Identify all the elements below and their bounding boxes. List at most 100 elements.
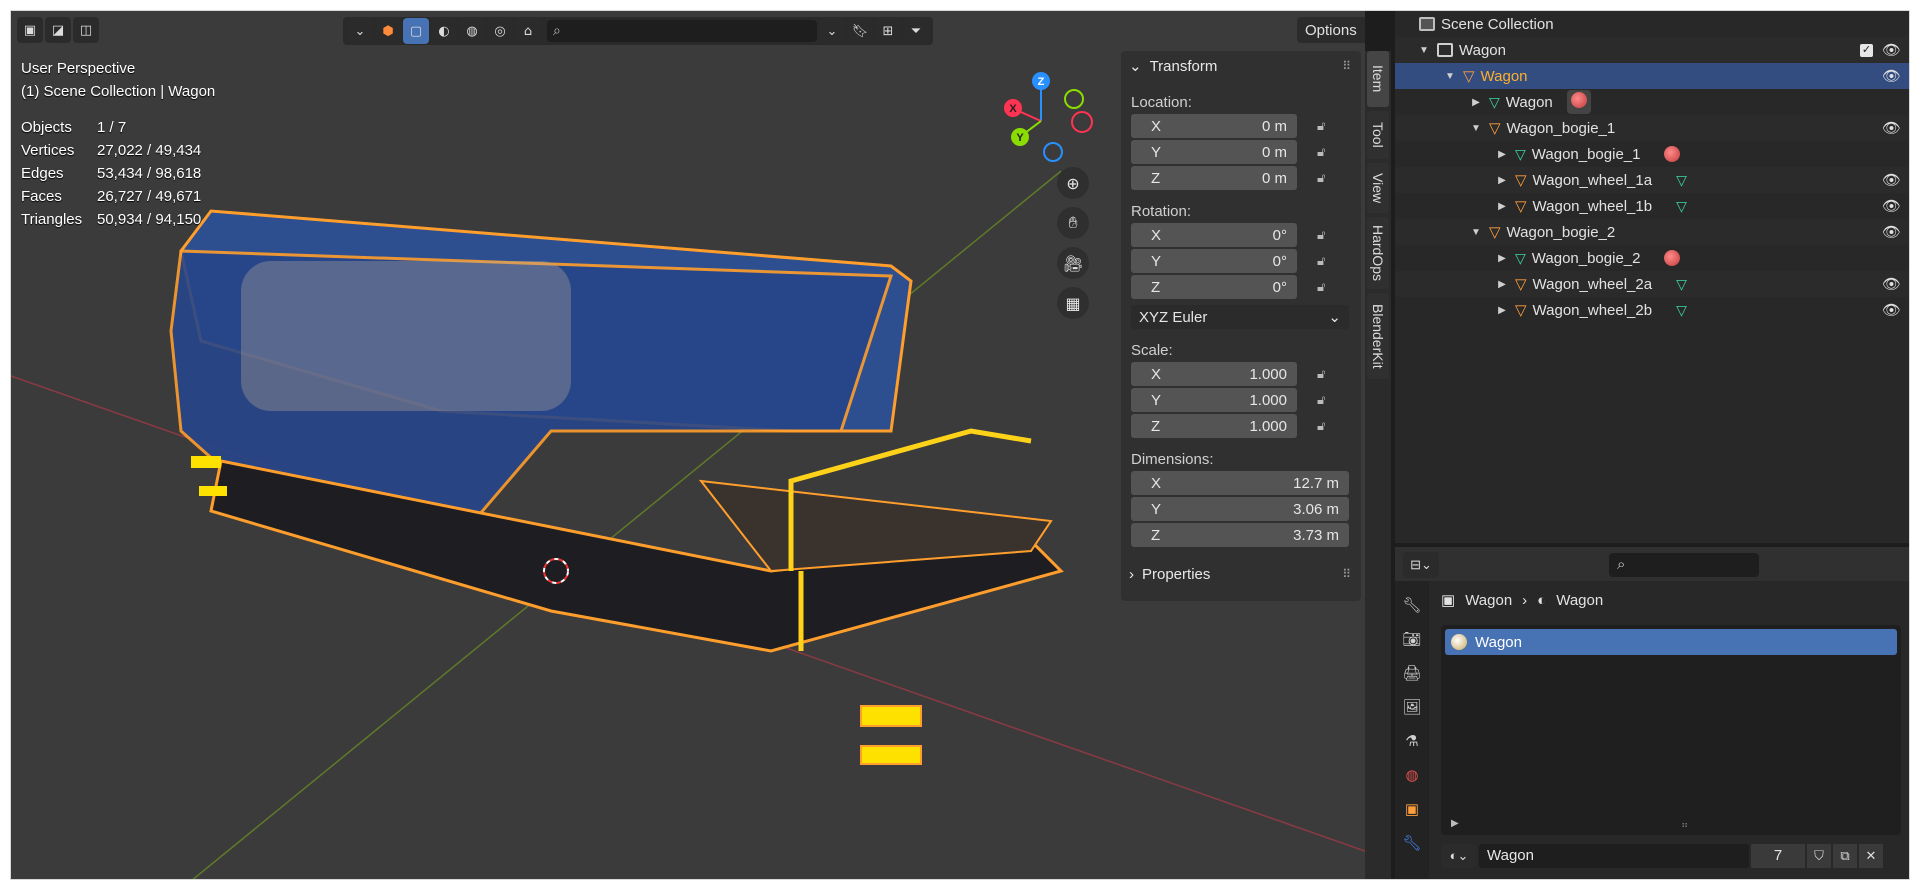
drag-grip-icon[interactable]: ⠿: [1342, 567, 1351, 581]
disclosure-triangle-right-icon[interactable]: ▶: [1469, 97, 1483, 108]
dimension-x-value[interactable]: 12.7 m: [1293, 475, 1339, 492]
disclosure-triangle-right-icon[interactable]: ▶: [1495, 175, 1509, 186]
mesh-icon[interactable]: ▽: [1676, 302, 1687, 319]
render-icon[interactable]: 📷︎: [1400, 627, 1424, 651]
material-badge[interactable]: [1566, 90, 1591, 114]
mesh-icon[interactable]: ▽: [1676, 172, 1687, 189]
holdout-icon[interactable]: ⌂: [515, 18, 541, 44]
location-x-field[interactable]: X 0 m 🔓︎: [1131, 114, 1361, 138]
material-slot[interactable]: Wagon: [1445, 629, 1897, 655]
eye-icon[interactable]: 👁︎: [1882, 119, 1901, 137]
render-visibility-icon[interactable]: ◍: [459, 18, 485, 44]
ortho-grid-icon[interactable]: ▦: [1057, 287, 1089, 319]
tab-view[interactable]: View: [1367, 163, 1389, 213]
tab-hardops[interactable]: HardOps: [1367, 217, 1389, 289]
disclosure-triangle-right-icon[interactable]: ▶: [1495, 253, 1509, 264]
eye-icon[interactable]: 👁︎: [1882, 67, 1901, 85]
fake-user-shield-icon[interactable]: ⛉: [1807, 844, 1831, 868]
outliner-row-object-wheel-1a[interactable]: ▶ ▽ Wagon_wheel_1a ▽ 👁︎: [1395, 167, 1909, 193]
material-icon[interactable]: [1664, 146, 1681, 162]
exclude-checkbox[interactable]: ✓: [1860, 43, 1873, 57]
disclosure-triangle-right-icon[interactable]: ▶: [1495, 201, 1509, 212]
scene-icon[interactable]: ⚗︎: [1400, 729, 1424, 753]
material-icon[interactable]: [1664, 250, 1681, 266]
funnel-filter-icon[interactable]: ⏷: [903, 18, 929, 44]
rotation-y-field[interactable]: Y 0° 🔓︎: [1131, 249, 1361, 273]
wagon-model[interactable]: [169, 209, 1064, 765]
duplicate-icon[interactable]: ⧉: [1833, 844, 1857, 868]
viewport-shading-icon[interactable]: ◐: [431, 18, 457, 44]
resize-grip-icon[interactable]: ⠶: [1681, 820, 1688, 831]
mesh-icon[interactable]: ▽: [1676, 276, 1687, 293]
camera-icon[interactable]: 🎥︎: [1057, 247, 1089, 279]
lock-icon[interactable]: 🔓︎: [1317, 418, 1325, 434]
scale-x-value[interactable]: 1.000: [1249, 366, 1287, 383]
tab-item[interactable]: Item: [1367, 51, 1389, 107]
disclosure-triangle-down-icon[interactable]: ▼: [1417, 45, 1431, 56]
eye-icon[interactable]: 👁︎: [1882, 197, 1901, 215]
outliner-row-object-bogie-2[interactable]: ▼ ▽ Wagon_bogie_2 👁︎: [1395, 219, 1909, 245]
scale-x-field[interactable]: X 1.000 🔓︎: [1131, 362, 1361, 386]
lock-icon[interactable]: 🔓︎: [1317, 279, 1325, 295]
outliner-row-mesh-wagon[interactable]: ▶ ▽ Wagon: [1395, 89, 1909, 115]
disclosure-triangle-down-icon[interactable]: ▼: [1469, 123, 1483, 134]
view-type-dropdown-icon[interactable]: ⌄: [347, 18, 373, 44]
breadcrumb-material[interactable]: Wagon: [1556, 592, 1603, 609]
select-box-icon[interactable]: ▣: [17, 17, 43, 43]
restrict-selectable-icon[interactable]: ▢: [403, 18, 429, 44]
bookmark-icon[interactable]: 🔖︎: [847, 18, 873, 44]
disclosure-triangle-down-icon[interactable]: ▼: [1443, 71, 1457, 82]
location-z-field[interactable]: Z 0 m 🔓︎: [1131, 166, 1361, 190]
outliner-row-object-wagon[interactable]: ▼ ▽ Wagon 👁︎: [1395, 63, 1909, 89]
dimension-y-field[interactable]: Y 3.06 m: [1131, 497, 1361, 521]
lock-icon[interactable]: 🔓︎: [1317, 253, 1325, 269]
material-name-field[interactable]: Wagon: [1479, 844, 1749, 868]
disclosure-triangle-right-icon[interactable]: ▶: [1495, 149, 1509, 160]
lock-icon[interactable]: 🔓︎: [1317, 366, 1325, 382]
properties-search-input[interactable]: ⌕: [1609, 553, 1759, 577]
select-subtract-icon[interactable]: ◫: [73, 17, 99, 43]
user-count[interactable]: 7: [1751, 844, 1805, 868]
world-icon[interactable]: ◎: [487, 18, 513, 44]
lock-icon[interactable]: 🔓︎: [1317, 170, 1325, 186]
close-icon[interactable]: ✕: [1859, 844, 1883, 868]
location-y-value[interactable]: 0 m: [1262, 144, 1287, 161]
view-layer-icon[interactable]: 🖼︎: [1400, 695, 1424, 719]
outliner-row-object-wheel-2b[interactable]: ▶ ▽ Wagon_wheel_2b ▽ 👁︎: [1395, 297, 1909, 323]
rotation-mode-dropdown[interactable]: XYZ Euler ⌄: [1131, 305, 1349, 329]
scale-y-field[interactable]: Y 1.000 🔓︎: [1131, 388, 1361, 412]
tab-blenderkit[interactable]: BlenderKit: [1367, 293, 1389, 379]
lock-icon[interactable]: 🔓︎: [1317, 227, 1325, 243]
outliner-row-object-bogie-1[interactable]: ▼ ▽ Wagon_bogie_1 👁︎: [1395, 115, 1909, 141]
material-slot-list[interactable]: Wagon ▶ ⠶: [1441, 625, 1901, 835]
rotation-y-value[interactable]: 0°: [1273, 253, 1287, 270]
dimension-y-value[interactable]: 3.06 m: [1293, 501, 1339, 518]
outliner-row-object-wheel-1b[interactable]: ▶ ▽ Wagon_wheel_1b ▽ 👁︎: [1395, 193, 1909, 219]
object-properties-icon[interactable]: ▣: [1400, 797, 1424, 821]
dimension-z-value[interactable]: 3.73 m: [1293, 527, 1339, 544]
tab-tool[interactable]: Tool: [1367, 111, 1389, 159]
viewport-search-input[interactable]: ⌕: [547, 20, 817, 42]
rotation-z-value[interactable]: 0°: [1273, 279, 1287, 296]
outliner-row-collection-wagon[interactable]: ▼ Wagon ✓ 👁︎: [1395, 37, 1909, 63]
tool-settings-icon[interactable]: 🔧︎: [1400, 593, 1424, 617]
scale-z-field[interactable]: Z 1.000 🔓︎: [1131, 414, 1361, 438]
rotation-z-field[interactable]: Z 0° 🔓︎: [1131, 275, 1361, 299]
mesh-icon[interactable]: ▽: [1676, 198, 1687, 215]
disclosure-triangle-right-icon[interactable]: ▶: [1495, 279, 1509, 290]
scale-y-value[interactable]: 1.000: [1249, 392, 1287, 409]
properties-panel-header[interactable]: › Properties ⠿: [1121, 559, 1361, 589]
location-z-value[interactable]: 0 m: [1262, 170, 1287, 187]
dimension-z-field[interactable]: Z 3.73 m: [1131, 523, 1361, 547]
filter-dropdown-icon[interactable]: ⌄: [819, 18, 845, 44]
editor-type-dropdown-icon[interactable]: ⊟⌄: [1403, 552, 1439, 578]
options-button[interactable]: Options ⌄: [1297, 17, 1365, 43]
scale-z-value[interactable]: 1.000: [1249, 418, 1287, 435]
eye-icon[interactable]: 👁︎: [1882, 171, 1901, 189]
pan-hand-icon[interactable]: ✋︎: [1057, 207, 1089, 239]
outliner-row-mesh-bogie-1[interactable]: ▶ ▽ Wagon_bogie_1: [1395, 141, 1909, 167]
outliner-row-scene-collection[interactable]: Scene Collection: [1395, 11, 1909, 37]
outliner-row-object-wheel-2a[interactable]: ▶ ▽ Wagon_wheel_2a ▽ 👁︎: [1395, 271, 1909, 297]
lock-icon[interactable]: 🔓︎: [1317, 118, 1325, 134]
modifier-icon[interactable]: 🔧︎: [1400, 831, 1424, 855]
